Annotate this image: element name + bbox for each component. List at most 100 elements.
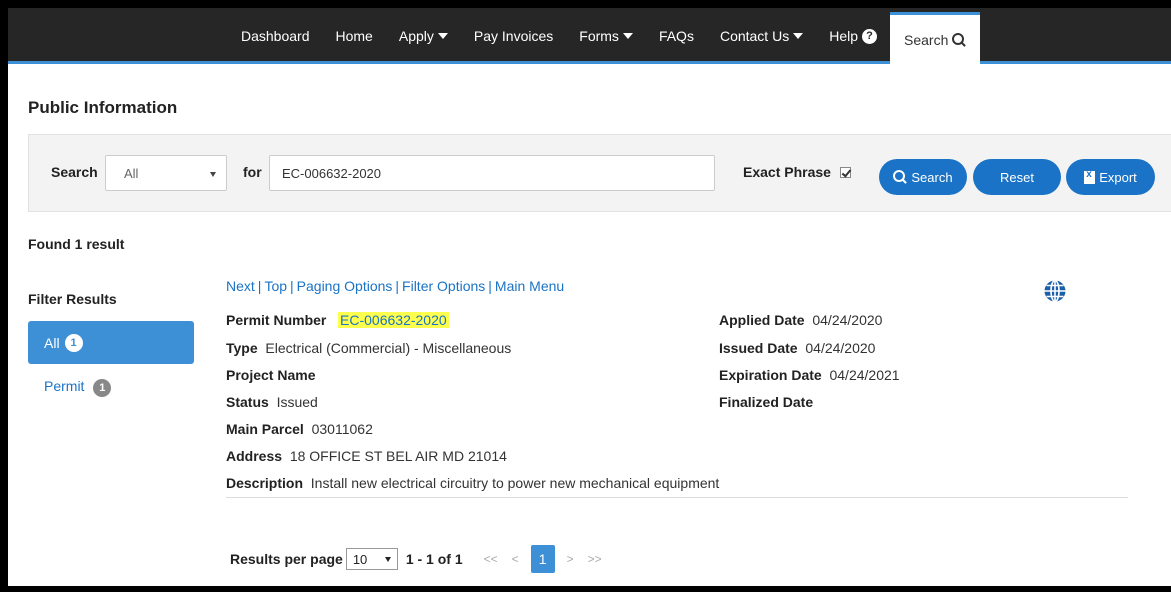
- search-scope-select[interactable]: All: [105, 155, 227, 191]
- link-separator: |: [395, 278, 400, 294]
- type-field: Type Electrical (Commercial) - Miscellan…: [226, 340, 511, 356]
- nav-home-label: Home: [335, 28, 373, 44]
- main-parcel-field: Main Parcel 03011062: [226, 421, 373, 437]
- nav-contact-us-label: Contact Us: [719, 28, 790, 44]
- per-page-label: Results per page: [230, 551, 343, 567]
- nav-apply-label: Apply: [398, 28, 434, 44]
- filter-all[interactable]: All 1: [28, 321, 194, 364]
- expiration-date-field: Expiration Date 04/24/2021: [719, 367, 900, 383]
- applied-date-value: 04/24/2020: [812, 312, 883, 328]
- pagination-bar: Results per page 10 1 - 1 of 1 << < 1 > …: [230, 544, 609, 574]
- caret-down-icon: [437, 33, 448, 39]
- type-value: Electrical (Commercial) - Miscellaneous: [265, 340, 512, 356]
- nav-faqs[interactable]: FAQs: [646, 8, 707, 64]
- first-page-button[interactable]: <<: [484, 552, 498, 566]
- nav-search[interactable]: Search: [890, 12, 981, 64]
- applied-date-field: Applied Date 04/24/2020: [719, 312, 882, 328]
- address-label: Address: [226, 448, 283, 464]
- address-field: Address 18 OFFICE ST BEL AIR MD 21014: [226, 448, 507, 464]
- nav-help-label: Help: [829, 28, 858, 44]
- export-button[interactable]: Export: [1066, 159, 1155, 195]
- nav-search-label: Search: [904, 31, 949, 48]
- reset-button[interactable]: Reset: [973, 159, 1061, 195]
- nav-pay-invoices[interactable]: Pay Invoices: [461, 8, 566, 64]
- nav-dashboard-label: Dashboard: [241, 28, 310, 44]
- nav-apply[interactable]: Apply: [386, 8, 461, 64]
- finalized-date-label: Finalized Date: [719, 394, 814, 410]
- description-value: Install new electrical circuitry to powe…: [310, 475, 720, 491]
- filter-permit[interactable]: Permit 1: [44, 378, 112, 397]
- search-input[interactable]: [269, 155, 715, 191]
- link-paging-options[interactable]: Paging Options: [297, 278, 393, 294]
- last-page-button[interactable]: >>: [588, 552, 602, 566]
- main-parcel-value: 03011062: [311, 421, 373, 437]
- type-label: Type: [226, 340, 258, 356]
- finalized-date-field: Finalized Date: [719, 394, 813, 410]
- issued-date-label: Issued Date: [719, 340, 798, 356]
- nav-home[interactable]: Home: [323, 8, 386, 64]
- search-button[interactable]: Search: [879, 159, 967, 195]
- issued-date-field: Issued Date 04/24/2020: [719, 340, 875, 356]
- nav-dashboard[interactable]: Dashboard: [228, 8, 323, 64]
- nav-contact-us[interactable]: Contact Us: [707, 8, 816, 64]
- nav-help[interactable]: Help?: [816, 8, 890, 64]
- search-button-label: Search: [911, 169, 953, 185]
- current-page-button[interactable]: 1: [530, 545, 555, 573]
- nav-forms[interactable]: Forms: [566, 8, 646, 64]
- permit-number-value: EC-006632-2020: [338, 312, 449, 328]
- applied-date-label: Applied Date: [719, 312, 805, 328]
- record-nav-links: Next | Top | Paging Options | Filter Options | M…: [226, 278, 564, 294]
- count-badge: 1: [93, 379, 112, 397]
- status-value: Issued: [276, 394, 318, 410]
- search-label: Search: [51, 164, 98, 180]
- caret-down-icon: [793, 33, 804, 39]
- chevron-down-icon: [210, 172, 216, 177]
- main-parcel-label: Main Parcel: [226, 421, 304, 437]
- search-panel: Search All for Exact Phrase Search Reset…: [28, 134, 1171, 212]
- description-label: Description: [226, 475, 304, 491]
- link-next[interactable]: Next: [226, 278, 255, 294]
- results-count: Found 1 result: [28, 236, 125, 252]
- exact-phrase-label: Exact Phrase: [743, 164, 831, 180]
- exact-phrase-text: Exact Phrase: [743, 164, 831, 180]
- app-frame: Dashboard Home Apply Pay Invoices Forms …: [8, 8, 1171, 586]
- link-separator: |: [290, 278, 294, 294]
- question-circle-icon: ?: [862, 28, 877, 44]
- chevron-down-icon: [384, 557, 391, 562]
- caret-down-icon: [622, 33, 633, 39]
- address-value: 18 OFFICE ST BEL AIR MD 21014: [289, 448, 507, 464]
- reset-button-label: Reset: [1000, 169, 1034, 185]
- link-top[interactable]: Top: [264, 278, 287, 294]
- link-separator: |: [488, 278, 492, 294]
- for-label: for: [243, 164, 262, 180]
- link-separator: |: [257, 278, 262, 294]
- filter-results-title: Filter Results: [28, 291, 117, 307]
- nav-pay-invoices-label: Pay Invoices: [473, 28, 554, 44]
- prev-page-button[interactable]: <: [512, 552, 519, 566]
- nav-forms-label: Forms: [579, 28, 619, 44]
- per-page-select[interactable]: 10: [345, 548, 398, 570]
- filter-all-label: All: [44, 334, 60, 351]
- per-page-value: 10: [352, 551, 368, 567]
- status-label: Status: [226, 394, 269, 410]
- globe-icon[interactable]: [1043, 279, 1067, 303]
- status-field: Status Issued: [226, 394, 318, 410]
- filter-permit-label: Permit: [44, 378, 85, 394]
- search-scope-value: All: [124, 165, 139, 181]
- nav-faqs-label: FAQs: [658, 28, 694, 44]
- export-button-label: Export: [1099, 169, 1137, 185]
- result-range: 1 - 1 of 1: [405, 551, 463, 567]
- top-navbar: Dashboard Home Apply Pay Invoices Forms …: [8, 8, 1171, 64]
- project-name-label: Project Name: [226, 367, 316, 383]
- link-main-menu[interactable]: Main Menu: [495, 278, 564, 294]
- exact-phrase-checkbox[interactable]: [840, 167, 851, 178]
- nav-menu: Dashboard Home Apply Pay Invoices Forms …: [228, 8, 981, 64]
- issued-date-value: 04/24/2020: [805, 340, 876, 356]
- permit-number-field: Permit Number EC-006632-2020: [226, 312, 449, 328]
- expiration-date-value: 04/24/2021: [829, 367, 900, 383]
- next-page-button[interactable]: >: [567, 552, 574, 566]
- description-field: Description Install new electrical circu…: [226, 475, 719, 491]
- result-divider: [226, 497, 1128, 498]
- search-icon: [952, 32, 966, 47]
- link-filter-options[interactable]: Filter Options: [402, 278, 485, 294]
